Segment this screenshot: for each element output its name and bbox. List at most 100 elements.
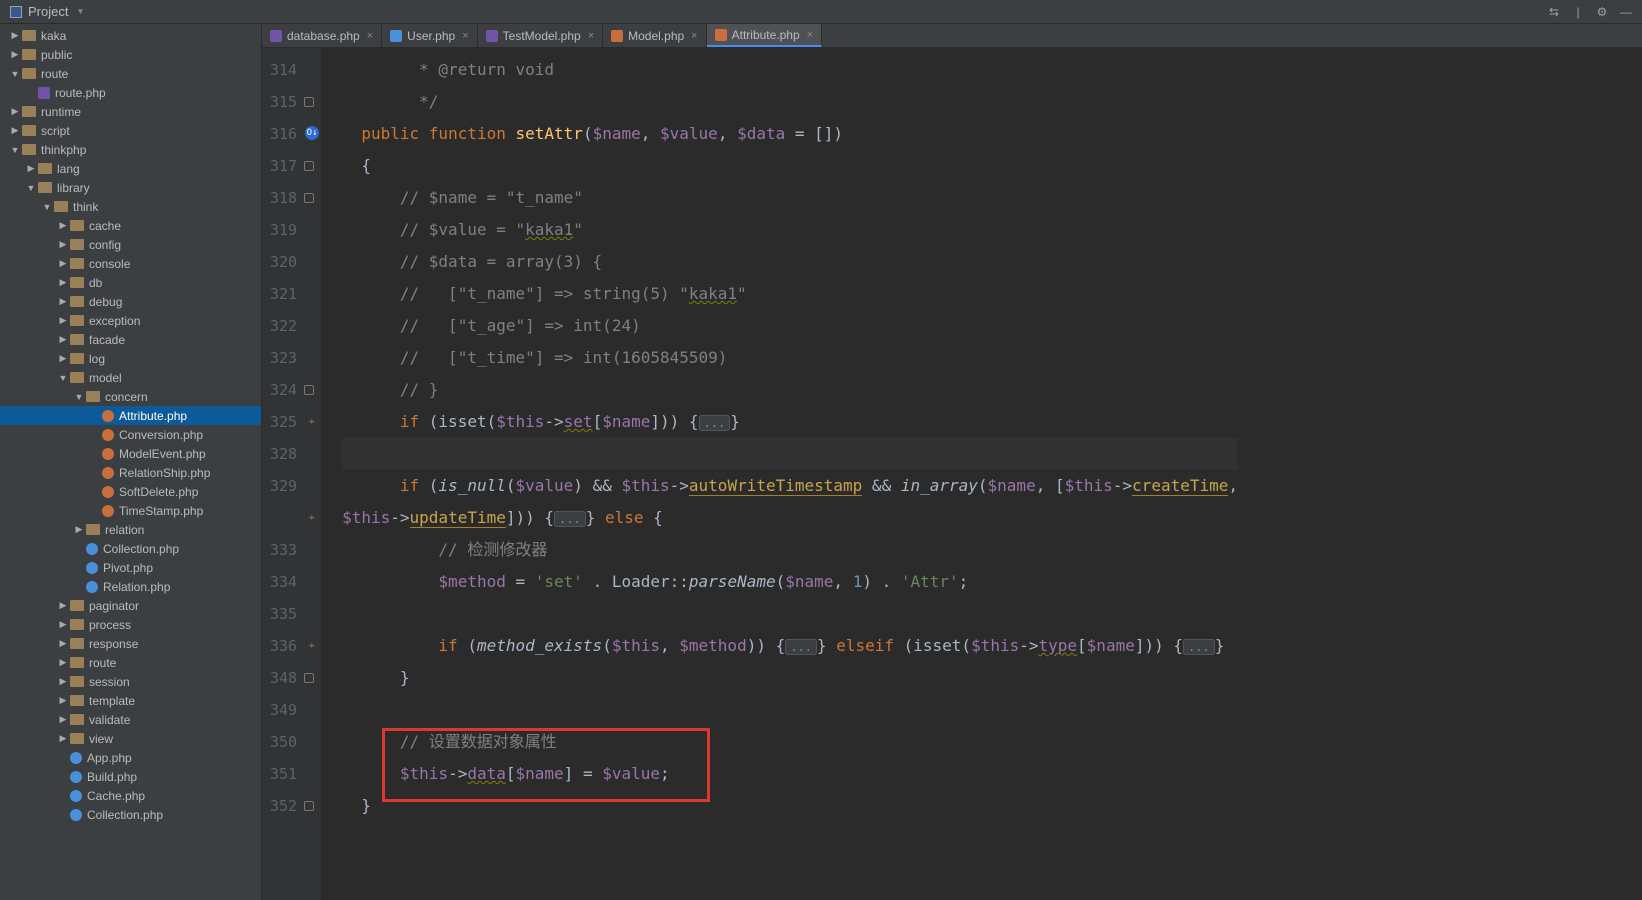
override-marker-icon[interactable]: O↓ xyxy=(305,126,319,140)
chevron-right-icon[interactable] xyxy=(58,296,68,307)
project-tree[interactable]: kakapublicrouteroute.phpruntimescriptthi… xyxy=(0,24,262,900)
line-number[interactable]: 349 xyxy=(270,694,317,726)
tree-item-paginator[interactable]: paginator xyxy=(0,596,261,615)
chevron-down-icon[interactable] xyxy=(10,69,20,79)
chevron-right-icon[interactable] xyxy=(58,714,68,725)
tree-item-runtime[interactable]: runtime xyxy=(0,102,261,121)
tree-item-kaka[interactable]: kaka xyxy=(0,26,261,45)
tree-item-TimeStamp-php[interactable]: TimeStamp.php xyxy=(0,501,261,520)
tree-item-Pivot-php[interactable]: Pivot.php xyxy=(0,558,261,577)
line-number[interactable]: 316O↓ xyxy=(270,118,317,150)
chevron-down-icon[interactable] xyxy=(74,392,84,402)
tree-item-Build-php[interactable]: Build.php xyxy=(0,767,261,786)
tree-item-SoftDelete-php[interactable]: SoftDelete.php xyxy=(0,482,261,501)
tree-item-route[interactable]: route xyxy=(0,653,261,672)
tree-item-relation[interactable]: relation xyxy=(0,520,261,539)
line-number[interactable]: 328 xyxy=(270,438,317,470)
tree-item-facade[interactable]: facade xyxy=(0,330,261,349)
chevron-right-icon[interactable] xyxy=(58,353,68,364)
chevron-right-icon[interactable] xyxy=(58,334,68,345)
chevron-down-icon[interactable] xyxy=(26,183,36,193)
tree-item-think[interactable]: think xyxy=(0,197,261,216)
code-editor[interactable]: 314315316O↓31731831932032132232332432532… xyxy=(262,48,1642,900)
chevron-right-icon[interactable] xyxy=(58,277,68,288)
chevron-right-icon[interactable] xyxy=(10,30,20,41)
chevron-right-icon[interactable] xyxy=(58,258,68,269)
chevron-right-icon[interactable] xyxy=(74,524,84,535)
chevron-right-icon[interactable] xyxy=(58,239,68,250)
chevron-right-icon[interactable] xyxy=(10,106,20,117)
tree-item-view[interactable]: view xyxy=(0,729,261,748)
line-number[interactable]: 333 xyxy=(270,534,317,566)
line-number[interactable]: 322 xyxy=(270,310,317,342)
tree-item-library[interactable]: library xyxy=(0,178,261,197)
line-number[interactable]: 334 xyxy=(270,566,317,598)
line-number[interactable]: 336 xyxy=(270,630,317,662)
line-number[interactable]: 323 xyxy=(270,342,317,374)
chevron-right-icon[interactable] xyxy=(58,733,68,744)
tree-item-debug[interactable]: debug xyxy=(0,292,261,311)
close-icon[interactable]: × xyxy=(588,30,594,42)
tree-item-session[interactable]: session xyxy=(0,672,261,691)
chevron-right-icon[interactable] xyxy=(58,676,68,687)
line-number[interactable] xyxy=(270,502,317,534)
tree-item-Conversion-php[interactable]: Conversion.php xyxy=(0,425,261,444)
tab-database-php[interactable]: database.php× xyxy=(262,24,382,47)
chevron-down-icon[interactable] xyxy=(42,202,52,212)
close-icon[interactable]: × xyxy=(807,29,813,41)
line-number[interactable]: 318 xyxy=(270,182,317,214)
tree-item-model[interactable]: model xyxy=(0,368,261,387)
chevron-right-icon[interactable] xyxy=(10,49,20,60)
gear-icon[interactable]: ⚙ xyxy=(1594,4,1610,20)
tree-item-process[interactable]: process xyxy=(0,615,261,634)
tree-item-Relation-php[interactable]: Relation.php xyxy=(0,577,261,596)
chevron-right-icon[interactable] xyxy=(58,315,68,326)
line-number[interactable]: 324 xyxy=(270,374,317,406)
project-dropdown[interactable]: Project ▼ xyxy=(0,0,94,23)
tree-item-lang[interactable]: lang xyxy=(0,159,261,178)
tree-item-concern[interactable]: concern xyxy=(0,387,261,406)
line-number[interactable]: 350 xyxy=(270,726,317,758)
close-icon[interactable]: × xyxy=(367,30,373,42)
tree-item-RelationShip-php[interactable]: RelationShip.php xyxy=(0,463,261,482)
tab-TestModel-php[interactable]: TestModel.php× xyxy=(478,24,603,47)
line-number[interactable]: 320 xyxy=(270,246,317,278)
line-number[interactable]: 319 xyxy=(270,214,317,246)
line-number[interactable]: 321 xyxy=(270,278,317,310)
minimize-icon[interactable]: — xyxy=(1618,4,1634,20)
collapse-icon[interactable]: ⇆ xyxy=(1546,4,1562,20)
chevron-right-icon[interactable] xyxy=(58,220,68,231)
tree-item-script[interactable]: script xyxy=(0,121,261,140)
chevron-down-icon[interactable] xyxy=(10,145,20,155)
line-number[interactable]: 348 xyxy=(270,662,317,694)
line-number[interactable]: 317 xyxy=(270,150,317,182)
chevron-right-icon[interactable] xyxy=(26,163,36,174)
tree-item-Cache-php[interactable]: Cache.php xyxy=(0,786,261,805)
line-number[interactable]: 351 xyxy=(270,758,317,790)
tree-item-response[interactable]: response xyxy=(0,634,261,653)
chevron-right-icon[interactable] xyxy=(58,600,68,611)
tree-item-Collection-php[interactable]: Collection.php xyxy=(0,539,261,558)
chevron-right-icon[interactable] xyxy=(58,657,68,668)
chevron-down-icon[interactable] xyxy=(58,373,68,383)
tree-item-ModelEvent-php[interactable]: ModelEvent.php xyxy=(0,444,261,463)
line-number[interactable]: 325 xyxy=(270,406,317,438)
tree-item-public[interactable]: public xyxy=(0,45,261,64)
tree-item-thinkphp[interactable]: thinkphp xyxy=(0,140,261,159)
line-number[interactable]: 335 xyxy=(270,598,317,630)
tab-Attribute-php[interactable]: Attribute.php× xyxy=(707,24,822,47)
tree-item-Collection-php[interactable]: Collection.php xyxy=(0,805,261,824)
tree-item-exception[interactable]: exception xyxy=(0,311,261,330)
chevron-right-icon[interactable] xyxy=(58,695,68,706)
line-number[interactable]: 352 xyxy=(270,790,317,822)
code-content[interactable]: * @return void */ public function setAtt… xyxy=(322,48,1238,900)
tab-User-php[interactable]: User.php× xyxy=(382,24,477,47)
chevron-right-icon[interactable] xyxy=(58,619,68,630)
tree-item-validate[interactable]: validate xyxy=(0,710,261,729)
line-number[interactable]: 315 xyxy=(270,86,317,118)
tree-item-log[interactable]: log xyxy=(0,349,261,368)
tree-item-Attribute-php[interactable]: Attribute.php xyxy=(0,406,261,425)
tree-item-config[interactable]: config xyxy=(0,235,261,254)
line-number[interactable]: 314 xyxy=(270,54,317,86)
tree-item-route-php[interactable]: route.php xyxy=(0,83,261,102)
